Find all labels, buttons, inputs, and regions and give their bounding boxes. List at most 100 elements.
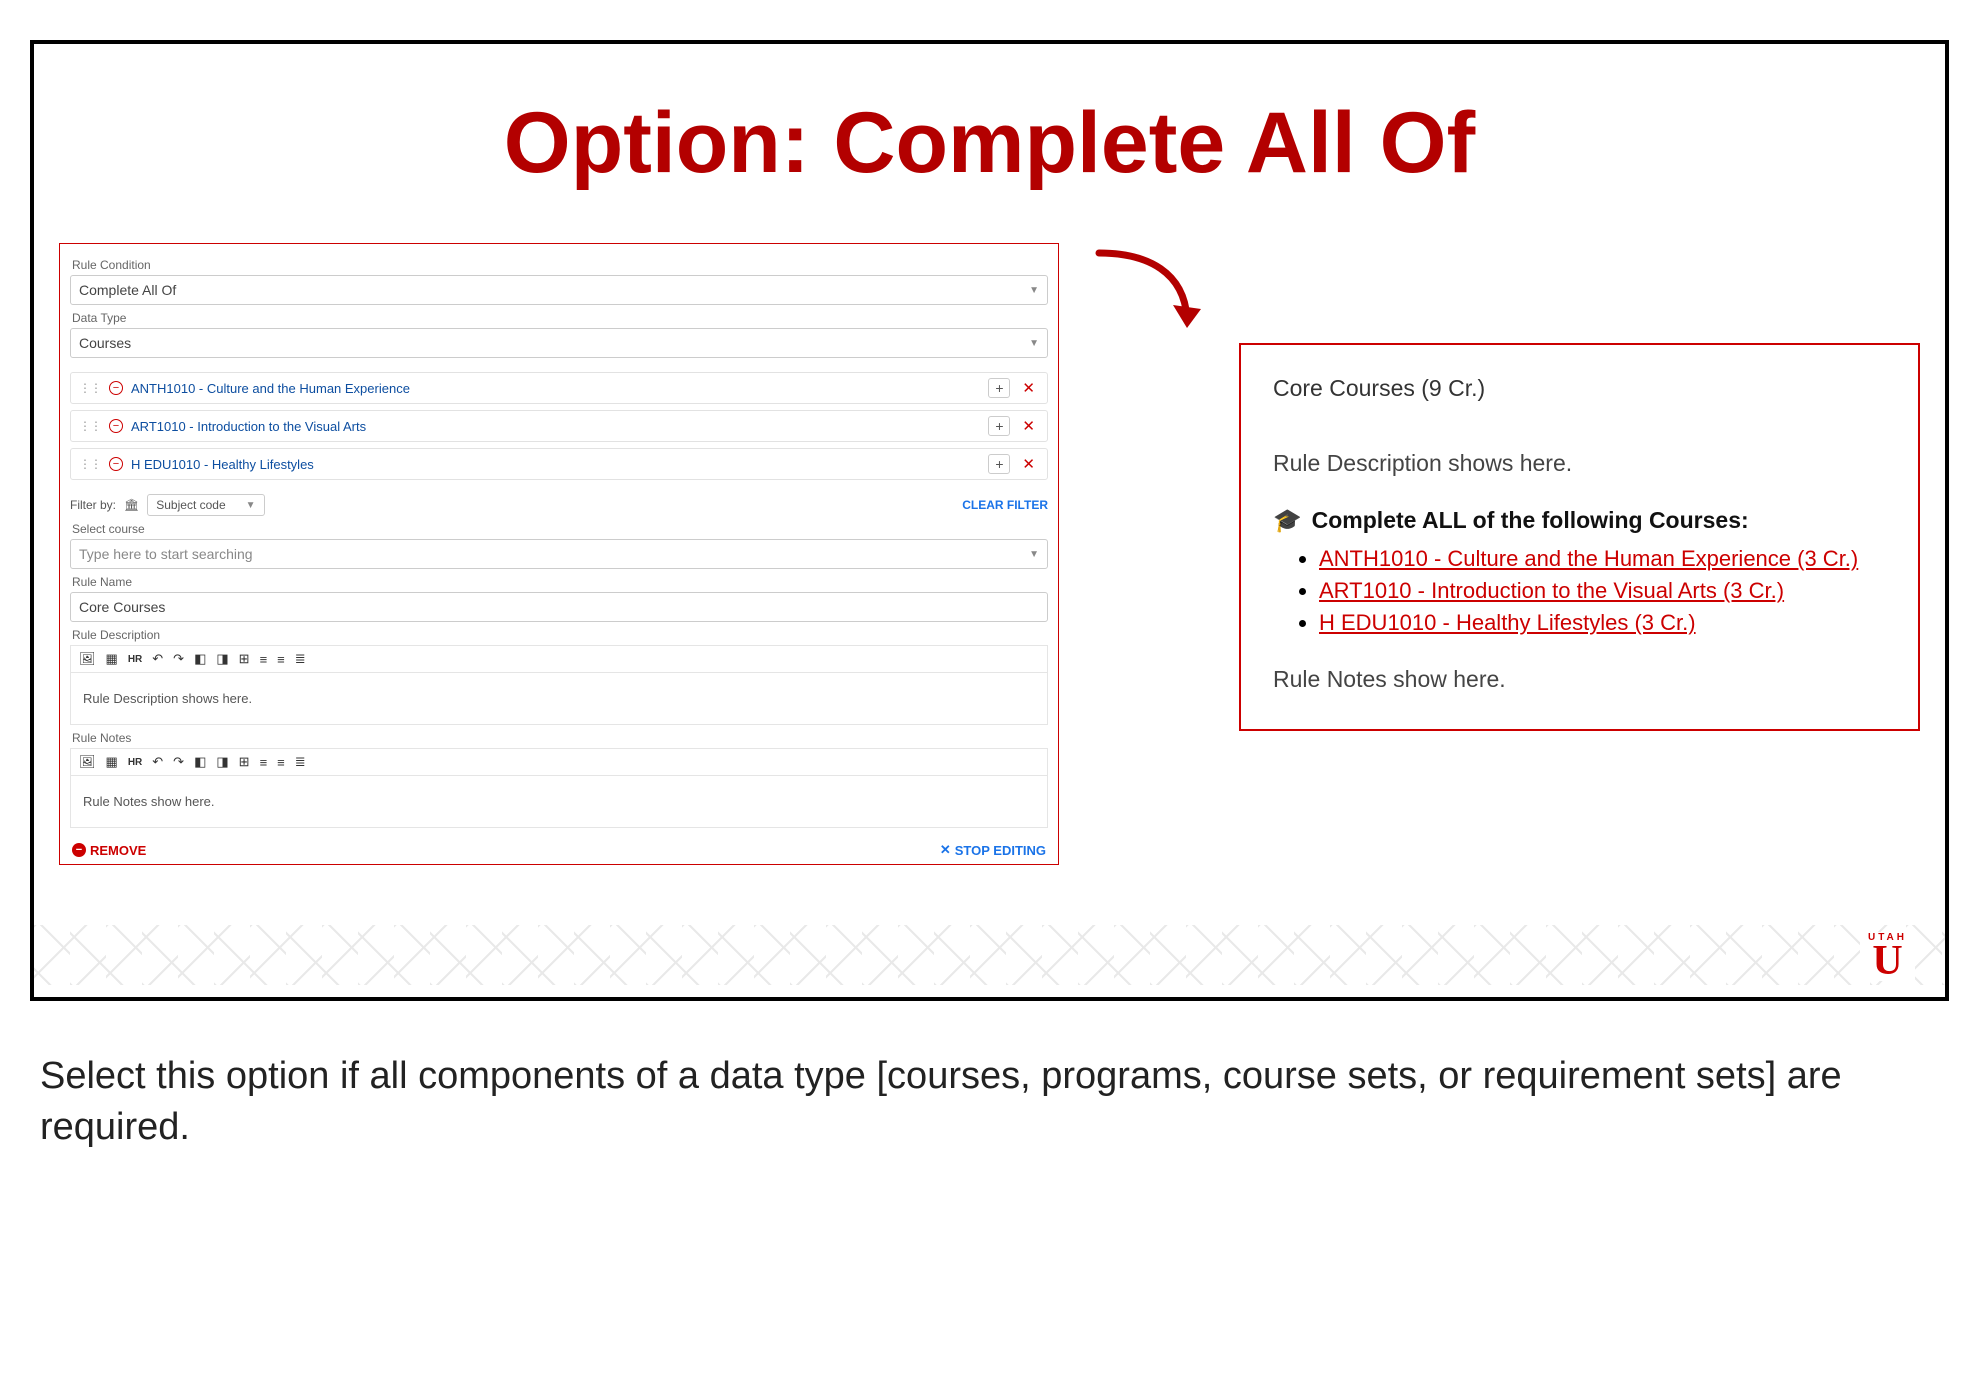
arrow-annotation [1089, 233, 1209, 353]
course-link[interactable]: ART1010 - Introduction to the Visual Art… [1319, 578, 1784, 603]
rule-description-label: Rule Description [72, 628, 1048, 642]
utah-logo: UTAH U [1860, 932, 1915, 981]
table-icon[interactable]: ▦ [106, 651, 118, 667]
slide-frame: Option: Complete All Of Rule Condition C… [30, 40, 1949, 1001]
preview-title: Core Courses (9 Cr.) [1273, 375, 1886, 402]
hr-button[interactable]: HR [128, 757, 142, 768]
data-type-select[interactable]: Courses ▼ [70, 328, 1048, 358]
remove-course-icon[interactable]: − [109, 457, 123, 471]
list-item: H EDU1010 - Healthy Lifestyles (3 Cr.) [1319, 610, 1886, 636]
rule-notes-text: Rule Notes show here. [83, 794, 215, 809]
rule-condition-value: Complete All Of [79, 282, 176, 298]
undo-icon[interactable]: ↶ [152, 754, 163, 770]
close-icon[interactable]: ✕ [1018, 455, 1039, 473]
filter-by-label: Filter by: [70, 498, 116, 512]
decorative-chevron-strip: UTAH U [34, 925, 1945, 985]
content-columns: Rule Condition Complete All Of ▼ Data Ty… [59, 243, 1920, 865]
close-icon[interactable]: ✕ [1018, 417, 1039, 435]
rule-description-editor[interactable]: Rule Description shows here. [70, 672, 1048, 725]
indent-icon[interactable]: ≡ [260, 652, 268, 667]
course-name: ANTH1010 - Culture and the Human Experie… [131, 381, 980, 396]
filter-type-icon: 🏛 [124, 498, 139, 512]
chevron-down-icon: ▼ [1029, 338, 1039, 349]
format-icon[interactable]: ◧ [194, 754, 206, 770]
course-row[interactable]: ⋮⋮ − H EDU1010 - Healthy Lifestyles + ✕ [70, 448, 1048, 480]
select-course-label: Select course [72, 522, 1048, 536]
data-type-label: Data Type [72, 311, 1048, 325]
filter-select[interactable]: Subject code ▼ [147, 494, 264, 516]
filter-bar: Filter by: 🏛 Subject code ▼ CLEAR FILTER [70, 494, 1048, 516]
rule-notes-label: Rule Notes [72, 731, 1048, 745]
course-link[interactable]: H EDU1010 - Healthy Lifestyles (3 Cr.) [1319, 610, 1696, 635]
minus-circle-icon: − [72, 843, 86, 857]
list-icon[interactable]: ≣ [295, 651, 306, 667]
preview-heading: 🎓 Complete ALL of the following Courses: [1273, 507, 1886, 534]
indent-icon[interactable]: ≡ [260, 755, 268, 770]
logo-letter: U [1868, 943, 1907, 981]
remove-course-icon[interactable]: − [109, 381, 123, 395]
remove-button[interactable]: − REMOVE [72, 843, 146, 858]
format-icon[interactable]: ◧ [194, 651, 206, 667]
preview-notes: Rule Notes show here. [1273, 666, 1886, 693]
redo-icon[interactable]: ↷ [173, 651, 184, 667]
rule-name-label: Rule Name [72, 575, 1048, 589]
rule-preview-panel: Core Courses (9 Cr.) Rule Description sh… [1239, 343, 1920, 731]
chevron-down-icon: ▼ [1029, 285, 1039, 296]
clear-filter-link[interactable]: CLEAR FILTER [962, 498, 1048, 512]
data-type-value: Courses [79, 335, 131, 351]
preview-description: Rule Description shows here. [1273, 450, 1886, 477]
add-button[interactable]: + [988, 454, 1010, 474]
close-icon: ✕ [940, 842, 951, 858]
table-icon[interactable]: ▦ [106, 754, 118, 770]
outdent-icon[interactable]: ≡ [277, 652, 285, 667]
graduation-cap-icon: 🎓 [1273, 507, 1302, 534]
rule-name-input[interactable]: Core Courses [70, 592, 1048, 622]
stop-editing-button[interactable]: ✕ STOP EDITING [940, 842, 1046, 858]
list-item: ART1010 - Introduction to the Visual Art… [1319, 578, 1886, 604]
slide-title: Option: Complete All Of [59, 94, 1920, 193]
course-search-input[interactable]: Type here to start searching ▼ [70, 539, 1048, 569]
image-icon[interactable]: 🖼 [79, 754, 96, 770]
course-name: ART1010 - Introduction to the Visual Art… [131, 419, 980, 434]
undo-icon[interactable]: ↶ [152, 651, 163, 667]
preview-course-list: ANTH1010 - Culture and the Human Experie… [1297, 546, 1886, 636]
rule-condition-label: Rule Condition [72, 258, 1048, 272]
drag-handle-icon[interactable]: ⋮⋮ [79, 457, 101, 471]
course-row[interactable]: ⋮⋮ − ANTH1010 - Culture and the Human Ex… [70, 372, 1048, 404]
rule-description-text: Rule Description shows here. [83, 691, 252, 706]
drag-handle-icon[interactable]: ⋮⋮ [79, 381, 101, 395]
course-list: ⋮⋮ − ANTH1010 - Culture and the Human Ex… [70, 372, 1048, 480]
add-button[interactable]: + [988, 378, 1010, 398]
sitemap-icon[interactable]: ⊞ [239, 651, 250, 667]
list-item: ANTH1010 - Culture and the Human Experie… [1319, 546, 1886, 572]
rule-condition-select[interactable]: Complete All Of ▼ [70, 275, 1048, 305]
drag-handle-icon[interactable]: ⋮⋮ [79, 419, 101, 433]
preview-heading-text: Complete ALL of the following Courses: [1312, 507, 1749, 534]
outdent-icon[interactable]: ≡ [277, 755, 285, 770]
chevron-down-icon: ▼ [246, 500, 256, 511]
close-icon[interactable]: ✕ [1018, 379, 1039, 397]
redo-icon[interactable]: ↷ [173, 754, 184, 770]
course-row[interactable]: ⋮⋮ − ART1010 - Introduction to the Visua… [70, 410, 1048, 442]
format-icon[interactable]: ◨ [216, 651, 228, 667]
panel-footer: − REMOVE ✕ STOP EDITING [70, 834, 1048, 860]
curved-arrow-icon [1089, 233, 1209, 353]
stop-editing-label: STOP EDITING [955, 843, 1046, 858]
course-search-placeholder: Type here to start searching [79, 546, 253, 562]
remove-course-icon[interactable]: − [109, 419, 123, 433]
rule-name-value: Core Courses [79, 599, 165, 615]
course-link[interactable]: ANTH1010 - Culture and the Human Experie… [1319, 546, 1858, 571]
image-icon[interactable]: 🖼 [79, 651, 96, 667]
rule-notes-editor[interactable]: Rule Notes show here. [70, 775, 1048, 828]
add-button[interactable]: + [988, 416, 1010, 436]
course-name: H EDU1010 - Healthy Lifestyles [131, 457, 980, 472]
list-icon[interactable]: ≣ [295, 754, 306, 770]
filter-value: Subject code [156, 498, 225, 512]
chevron-down-icon: ▼ [1029, 549, 1039, 560]
rule-editor-panel: Rule Condition Complete All Of ▼ Data Ty… [59, 243, 1059, 865]
format-icon[interactable]: ◨ [216, 754, 228, 770]
slide-caption: Select this option if all components of … [40, 1051, 1939, 1154]
rich-text-toolbar: 🖼 ▦ HR ↶ ↷ ◧ ◨ ⊞ ≡ ≡ ≣ [70, 645, 1048, 672]
sitemap-icon[interactable]: ⊞ [239, 754, 250, 770]
hr-button[interactable]: HR [128, 654, 142, 665]
